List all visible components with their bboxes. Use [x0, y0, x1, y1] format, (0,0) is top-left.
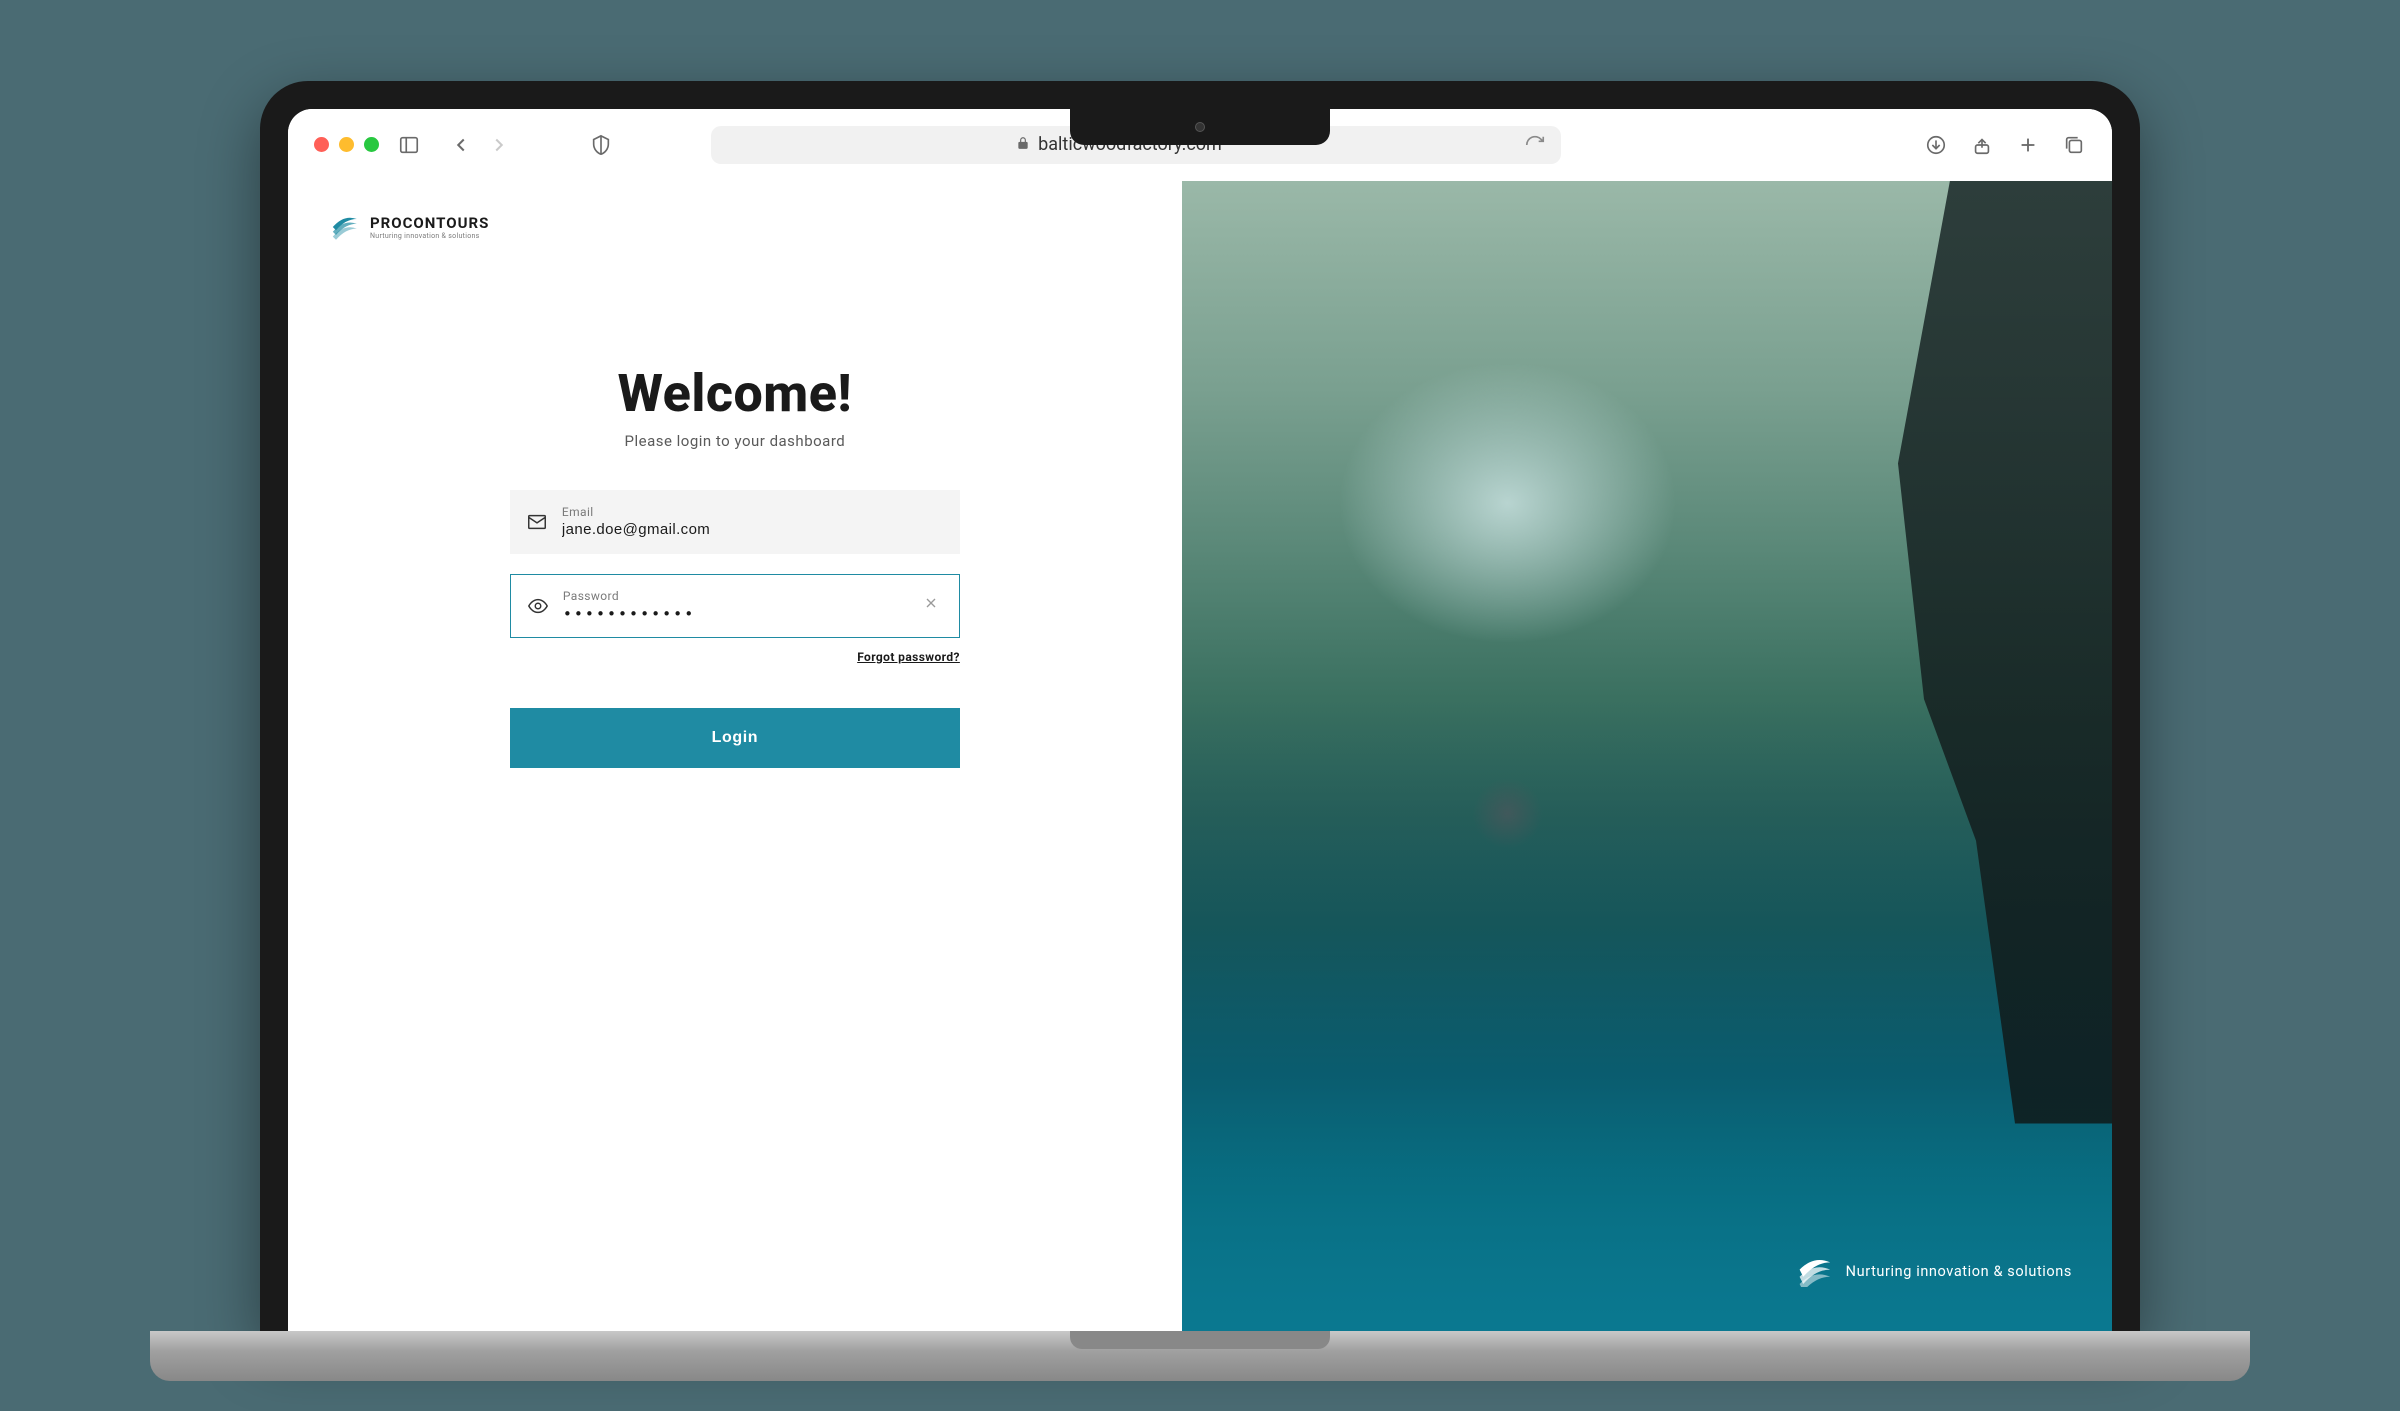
- camera-dot: [1195, 122, 1205, 132]
- forgot-password-link[interactable]: Forgot password?: [857, 650, 960, 664]
- login-form-area: Welcome! Please login to your dashboard …: [328, 243, 1142, 1301]
- notch: [1070, 109, 1330, 145]
- page-title: Welcome!: [618, 363, 853, 424]
- password-input[interactable]: [563, 605, 905, 623]
- email-label: Email: [562, 505, 944, 519]
- screen: balticwoodfactory.com: [288, 109, 2112, 1331]
- sidebar-toggle-icon[interactable]: [397, 133, 421, 157]
- lock-icon: [1016, 134, 1030, 155]
- password-field-wrapper[interactable]: Password: [510, 574, 960, 638]
- hero-panel: Nurturing innovation & solutions: [1182, 181, 2112, 1331]
- page-content: PROCONTOURS Nurturing innovation & solut…: [288, 181, 2112, 1331]
- laptop-base: [150, 1331, 2250, 1381]
- footer-logo-icon: [1796, 1257, 1832, 1287]
- laptop-frame: balticwoodfactory.com: [260, 81, 2140, 1331]
- footer-tagline: Nurturing innovation & solutions: [1846, 1263, 2072, 1280]
- shield-privacy-icon[interactable]: [589, 133, 613, 157]
- login-form: Email Password: [510, 490, 960, 768]
- tabs-icon[interactable]: [2062, 133, 2086, 157]
- clear-input-icon[interactable]: [919, 591, 943, 620]
- login-panel: PROCONTOURS Nurturing innovation & solut…: [288, 181, 1182, 1331]
- reload-icon[interactable]: [1523, 133, 1547, 157]
- share-icon[interactable]: [1970, 133, 1994, 157]
- brand-logo: PROCONTOURS Nurturing innovation & solut…: [328, 211, 1142, 243]
- email-icon: [526, 511, 548, 533]
- brand-tagline: Nurturing innovation & solutions: [370, 232, 489, 240]
- downloads-icon[interactable]: [1924, 133, 1948, 157]
- email-input[interactable]: [562, 521, 944, 538]
- eye-icon[interactable]: [527, 595, 549, 617]
- logo-mark-icon: [328, 211, 360, 243]
- hero-footer: Nurturing innovation & solutions: [1796, 1257, 2072, 1287]
- window-controls: [314, 137, 379, 152]
- login-button[interactable]: Login: [510, 708, 960, 768]
- forward-button[interactable]: [487, 133, 511, 157]
- fullscreen-window-button[interactable]: [364, 137, 379, 152]
- password-label: Password: [563, 589, 905, 603]
- new-tab-icon[interactable]: [2016, 133, 2040, 157]
- minimize-window-button[interactable]: [339, 137, 354, 152]
- page-subtitle: Please login to your dashboard: [625, 432, 846, 450]
- close-window-button[interactable]: [314, 137, 329, 152]
- email-field-wrapper[interactable]: Email: [510, 490, 960, 554]
- brand-name: PROCONTOURS: [370, 214, 489, 232]
- back-button[interactable]: [449, 133, 473, 157]
